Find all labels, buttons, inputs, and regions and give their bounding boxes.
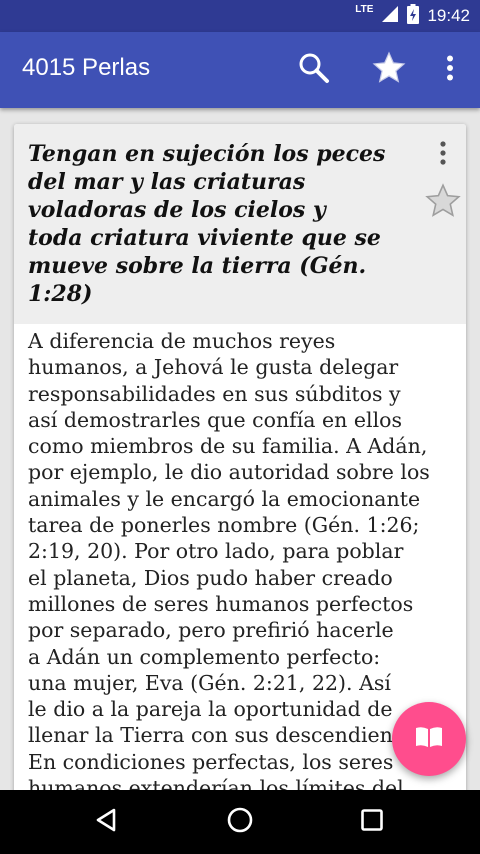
network-type-label: LTE — [355, 4, 374, 15]
card-body-text: A diferencia de muchos reyes humanos, a … — [28, 329, 431, 790]
signal-icon — [381, 5, 399, 28]
home-icon — [226, 806, 254, 839]
star-icon — [371, 50, 407, 91]
card-title: Tengan en sujeción los peces del mar y l… — [28, 141, 386, 307]
read-fab-button[interactable] — [392, 702, 466, 776]
navigation-bar — [0, 790, 480, 854]
status-icons: LTE 19:42 — [355, 0, 470, 32]
card-menu-button[interactable] — [430, 140, 456, 170]
search-button[interactable] — [292, 48, 336, 92]
app-bar: 4015 Perlas — [0, 32, 480, 108]
back-button[interactable] — [86, 802, 126, 842]
favorites-button[interactable] — [367, 48, 411, 92]
more-vert-icon — [446, 55, 454, 86]
search-icon — [297, 51, 331, 90]
home-button[interactable] — [220, 802, 260, 842]
back-icon — [94, 807, 118, 838]
star-outline-icon — [424, 182, 462, 225]
content-area[interactable]: Tengan en sujeción los peces del mar y l… — [0, 108, 480, 790]
overflow-menu-button[interactable] — [428, 48, 472, 92]
favorite-toggle[interactable] — [422, 182, 464, 224]
pearl-card[interactable]: Tengan en sujeción los peces del mar y l… — [14, 124, 466, 790]
battery-charging-icon — [407, 3, 420, 29]
app-title: 4015 Perlas — [22, 54, 151, 81]
recents-icon — [360, 808, 384, 837]
more-vert-icon — [439, 140, 447, 170]
status-time: 19:42 — [427, 6, 470, 25]
recents-button[interactable] — [352, 802, 392, 842]
open-book-icon — [414, 725, 444, 754]
card-header: Tengan en sujeción los peces del mar y l… — [14, 124, 466, 324]
status-bar: LTE 19:42 — [0, 0, 480, 32]
